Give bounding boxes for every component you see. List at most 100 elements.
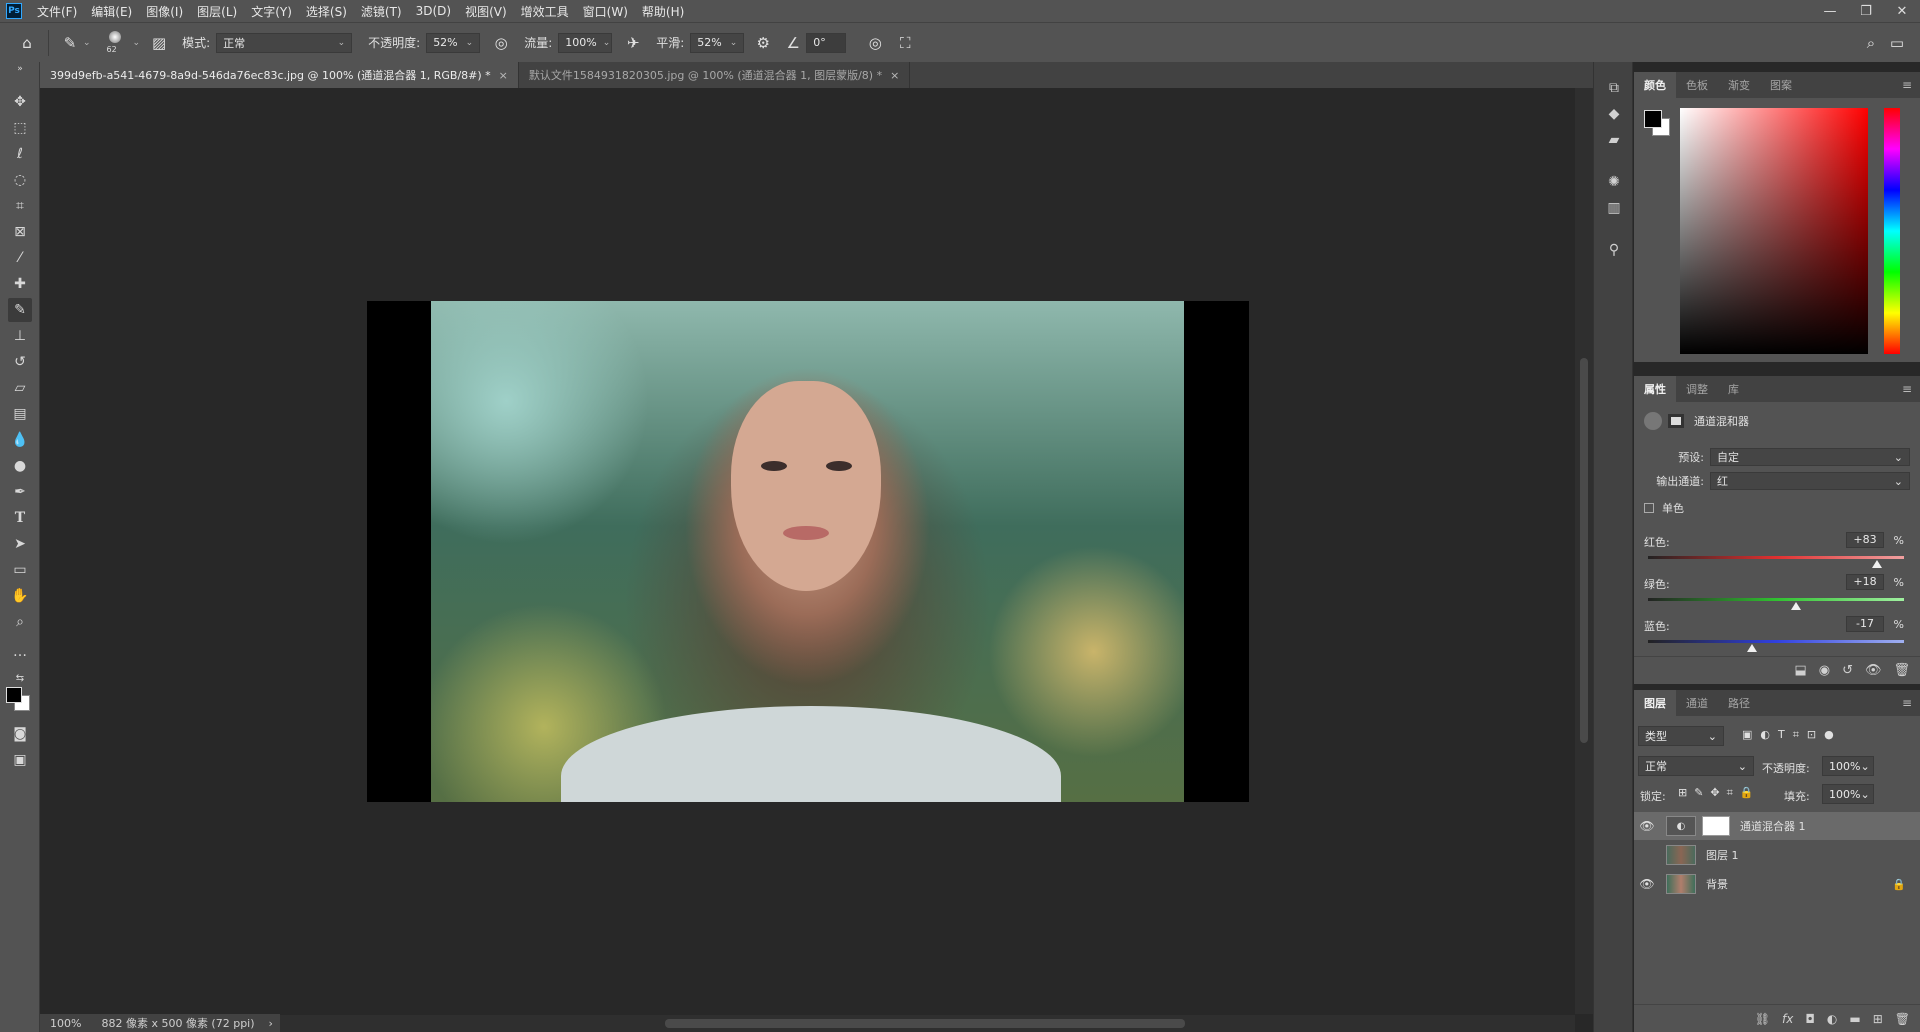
hue-slider[interactable] (1884, 108, 1900, 354)
visibility-eye-icon[interactable]: 👁 (1634, 877, 1660, 891)
actions-panel-icon[interactable]: ◆ (1602, 102, 1626, 126)
eraser-tool-icon[interactable]: ▱ (8, 376, 32, 400)
vertical-scrollbar[interactable] (1575, 88, 1593, 1014)
pressure-size-icon[interactable]: ◎ (862, 30, 888, 56)
tab-layers[interactable]: 图层 (1634, 690, 1676, 716)
menu-3d[interactable]: 3D(D) (409, 4, 458, 18)
workspace-icon[interactable]: ▭ (1884, 30, 1910, 56)
color-field[interactable] (1680, 108, 1868, 354)
flow-field[interactable]: 100% ⌄ (558, 32, 613, 53)
panel-menu-icon[interactable]: ≡ (1902, 382, 1912, 396)
search-icon[interactable]: ⌕ (1858, 30, 1884, 56)
clip-to-layer-icon[interactable]: ⬓ (1794, 663, 1806, 678)
preset-select[interactable]: 自定 ⌄ (1710, 448, 1910, 466)
tab-paths[interactable]: 路径 (1718, 690, 1760, 716)
trash-icon[interactable]: 🗑 (1895, 1012, 1910, 1026)
clone-source-panel-icon[interactable]: ⚲ (1602, 238, 1626, 262)
tab-libraries[interactable]: 库 (1718, 376, 1749, 402)
new-layer-icon[interactable]: ⊞ (1873, 1012, 1883, 1026)
quick-mask-icon[interactable]: ◙ (8, 722, 32, 746)
layer-opacity-field[interactable]: 100% ⌄ (1822, 756, 1874, 776)
tab-document-1[interactable]: 399d9efb-a541-4679-8a9d-546da76ec83c.jpg… (40, 62, 519, 88)
tab-document-2[interactable]: 默认文件1584931820305.jpg @ 100% (通道混合器 1, 图… (519, 62, 911, 88)
tab-swatches[interactable]: 色板 (1676, 72, 1718, 98)
zoom-level[interactable]: 100% (50, 1017, 81, 1030)
comments-panel-icon[interactable]: ▰ (1602, 128, 1626, 152)
menu-layer[interactable]: 图层(L) (190, 3, 244, 20)
menu-type[interactable]: 文字(Y) (244, 3, 299, 20)
history-brush-tool-icon[interactable]: ↺ (8, 350, 32, 374)
hand-tool-icon[interactable]: ✋ (8, 584, 32, 608)
quick-select-tool-icon[interactable]: ◌ (8, 168, 32, 192)
red-slider-handle[interactable] (1871, 560, 1882, 568)
blue-slider-handle[interactable] (1746, 644, 1757, 652)
trash-icon[interactable]: 🗑 (1893, 663, 1910, 678)
close-icon[interactable]: × (499, 69, 508, 82)
layer-mask-thumbnail[interactable] (1702, 816, 1730, 836)
monochrome-checkbox[interactable] (1644, 503, 1654, 513)
home-icon[interactable]: ⌂ (14, 30, 40, 56)
menu-edit[interactable]: 编辑(E) (84, 3, 139, 20)
tab-gradients[interactable]: 渐变 (1718, 72, 1760, 98)
preset-chevron-icon[interactable]: ⌄ (83, 38, 91, 48)
group-icon[interactable]: ▬ (1849, 1012, 1860, 1026)
history-panel-icon[interactable]: ⧉ (1602, 76, 1626, 100)
pen-tool-icon[interactable]: ✒ (8, 480, 32, 504)
path-select-tool-icon[interactable]: ➤ (8, 532, 32, 556)
red-slider-track[interactable] (1648, 556, 1904, 559)
layer-row[interactable]: 👁 ◐ 通道混合器 1 (1634, 812, 1920, 840)
menu-filter[interactable]: 滤镜(T) (354, 3, 409, 20)
brush-size-picker[interactable]: 62 (99, 28, 133, 58)
type-tool-icon[interactable]: T (8, 506, 32, 530)
layer-filter-icons[interactable]: ▣◐T⌗⊡● (1742, 728, 1842, 742)
blue-slider-track[interactable] (1648, 640, 1904, 643)
panel-menu-icon[interactable]: ≡ (1902, 78, 1912, 92)
green-slider-handle[interactable] (1790, 602, 1801, 610)
status-expand-icon[interactable]: › (269, 1017, 273, 1030)
mask-icon[interactable]: ◘ (1805, 1012, 1815, 1026)
link-icon[interactable]: ⛓ (1755, 1012, 1770, 1026)
more-tools-icon[interactable]: … (8, 640, 32, 664)
tab-properties[interactable]: 属性 (1634, 376, 1676, 402)
brush-settings-icon[interactable]: ▨ (146, 30, 172, 56)
lock-icons[interactable]: ⊞✎✥⌗🔒 (1678, 786, 1761, 800)
brush-picker-chevron-icon[interactable]: ⌄ (133, 38, 141, 48)
move-tool-icon[interactable]: ✥ (8, 90, 32, 114)
menu-view[interactable]: 视图(V) (458, 3, 514, 20)
layer-filter-select[interactable]: 类型 ⌄ (1638, 726, 1724, 746)
tab-adjustments[interactable]: 调整 (1676, 376, 1718, 402)
fill-field[interactable]: 100% ⌄ (1822, 784, 1874, 804)
fx-icon[interactable]: fx (1782, 1012, 1793, 1026)
green-slider-track[interactable] (1648, 598, 1904, 601)
portrait-photo[interactable] (431, 301, 1184, 802)
foreground-color-swatch[interactable] (6, 687, 22, 703)
rectangle-tool-icon[interactable]: ▭ (8, 558, 32, 582)
tab-color[interactable]: 颜色 (1634, 72, 1676, 98)
brush-tool-preset-icon[interactable]: ✎ (57, 30, 83, 56)
angle-field[interactable]: 0° (806, 32, 847, 53)
menu-window[interactable]: 窗口(W) (576, 3, 635, 20)
screen-mode-icon[interactable]: ▣ (8, 748, 32, 772)
menu-select[interactable]: 选择(S) (299, 3, 354, 20)
frame-tool-icon[interactable]: ⊠ (8, 220, 32, 244)
crop-tool-icon[interactable]: ⌗ (8, 194, 32, 218)
lasso-tool-icon[interactable]: ℓ (8, 142, 32, 166)
brush-settings-panel-icon[interactable]: ✺ (1602, 170, 1626, 194)
red-value-field[interactable]: +83 (1846, 532, 1884, 548)
mode-select[interactable]: 正常 ⌄ (216, 32, 353, 53)
brush-tool-icon[interactable]: ✎ (8, 298, 32, 322)
blur-tool-icon[interactable]: 💧 (8, 428, 32, 452)
pressure-opacity-icon[interactable]: ◎ (488, 30, 514, 56)
restore-button[interactable]: ❐ (1848, 4, 1884, 19)
layer-row[interactable]: 👁 背景 🔒 (1634, 870, 1920, 898)
blue-value-field[interactable]: -17 (1846, 616, 1884, 632)
close-window-button[interactable]: ✕ (1884, 4, 1920, 19)
collapse-icon[interactable]: » (8, 64, 32, 74)
reset-icon[interactable]: ↺ (1842, 663, 1853, 678)
dodge-tool-icon[interactable]: ● (8, 454, 32, 478)
gradient-tool-icon[interactable]: ▤ (8, 402, 32, 426)
layer-mask-icon[interactable] (1668, 414, 1684, 428)
horizontal-scrollbar[interactable] (280, 1015, 1575, 1032)
view-previous-icon[interactable]: ◉ (1819, 663, 1830, 678)
menu-plugins[interactable]: 增效工具 (514, 3, 576, 20)
